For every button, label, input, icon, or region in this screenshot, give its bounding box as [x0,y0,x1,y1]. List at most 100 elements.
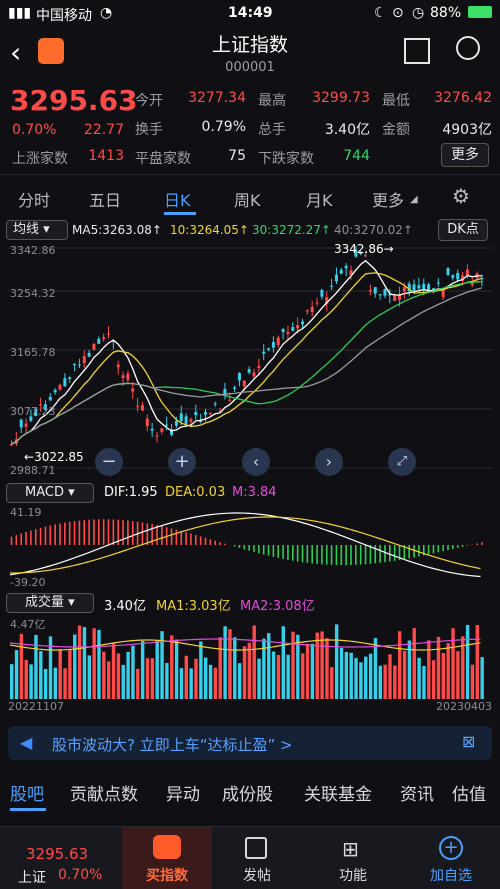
tab-guba[interactable]: 股吧 [10,780,44,805]
volume-bar [92,628,96,699]
volume-bar [475,625,479,699]
candle [184,416,188,424]
more-quote-button[interactable]: 更多 [441,143,489,167]
buy-index-button[interactable]: 买指数 [122,827,212,889]
macd-selector[interactable]: MACD ▾ [6,483,94,503]
volume-bar [315,632,319,699]
volume-bar [354,658,358,699]
down-count-label: 下跌家数 [258,151,314,167]
search-icon[interactable] [456,36,480,60]
flat-count-label: 平盘家数 [135,151,191,167]
status-bar: ▮▮▮ 中国移动 ◔ 14:49 ☾ ⊙ ◷ 88% [0,0,500,26]
candle [339,269,343,274]
volume-bar [446,643,450,699]
volume-bar [121,664,125,699]
candle [267,348,271,350]
indicator-selector[interactable]: 均线 ▾ [6,220,68,240]
time-label: 14:49 [228,5,273,21]
indicator-selector-label: 均线 [13,222,40,237]
volume-selector[interactable]: 成交量 ▾ [6,593,94,613]
promo-banner[interactable]: ◀ 股市波动大? 立即上车“达标止盈” > ⊠ [8,726,492,760]
candle [194,411,198,416]
tab-related-funds[interactable]: 关联基金 [304,780,372,805]
volume-bar [102,651,106,699]
lock-icon: ⊙ [392,5,404,21]
volume-bar [53,667,58,699]
volume-bar [402,650,407,699]
function-button[interactable]: ⊞ 功能 [318,827,388,889]
tab-more[interactable]: 更多 [372,187,404,211]
post-button[interactable]: 发帖 [222,827,292,889]
volume-bar [24,659,28,699]
macd-chart [9,512,483,578]
tab-intraday[interactable]: 分时 [18,187,50,211]
settings-gear-icon[interactable]: ⚙ [452,184,470,208]
scroll-right-button[interactable]: › [315,448,343,476]
volume-bar [63,668,67,699]
add-watchlist-button[interactable]: + 加自选 [416,827,486,889]
candle [87,352,91,357]
fullscreen-button[interactable]: ⤢ [388,448,416,476]
volume-bar [325,638,329,699]
volume-bar [271,651,276,699]
volume-bar [14,650,19,699]
candle [320,290,324,297]
change-value: 22.77 [83,122,124,138]
low-label: 最低 [382,93,410,109]
flat-count: 75 [228,148,246,164]
carrier-label: 中国移动 [36,8,92,24]
dk-point-button[interactable]: DK点 [438,219,488,241]
close-banner-icon[interactable]: ⊠ [462,732,475,751]
volume-bar [179,668,184,699]
candle [68,377,72,379]
candle [189,419,193,422]
tab-five-day[interactable]: 五日 [89,187,121,211]
candle [19,419,23,428]
wifi-icon: ◔ [100,5,113,21]
share-icon[interactable] [404,38,430,64]
kline-chart[interactable] [0,244,500,476]
y-label-3: 3165.78 [10,346,56,359]
candle [436,282,440,284]
zoom-out-button[interactable]: − [95,448,123,476]
amount-label: 金额 [382,122,410,138]
scroll-left-button[interactable]: ‹ [242,448,270,476]
volume-bar [131,645,135,699]
speaker-icon: ◀ [20,733,33,752]
candle [368,290,372,292]
turnover-label: 换手 [135,122,163,138]
volume-bar [82,627,87,699]
signal-icon: ▮▮▮ [8,5,32,21]
candle [179,413,183,422]
tab-movement[interactable]: 异动 [166,780,200,805]
volume-bar [150,658,155,699]
tab-components[interactable]: 成份股 [222,780,273,805]
tab-monthly-k[interactable]: 月K [306,187,333,211]
volume-bar [97,629,101,699]
volume-bar [427,640,431,699]
volume-bar [237,663,242,699]
tab-contribution[interactable]: 贡献点数 [70,780,138,805]
y-label-2: 3254.32 [10,287,56,300]
candle [446,268,450,275]
volume-bar [441,653,446,699]
volume-bar [330,667,334,699]
candle [252,372,256,377]
candle [247,369,251,373]
volume-bar [87,655,91,699]
tab-news[interactable]: 资讯 [400,780,434,805]
candle [242,380,246,387]
volume-bar [344,651,349,699]
macd-m: M:3.84 [232,485,277,500]
tab-valuation[interactable]: 估值 [452,780,486,805]
tab-weekly-k[interactable]: 周K [234,187,261,211]
zoom-in-button[interactable]: + [168,448,196,476]
candle [63,378,67,387]
volume-chart [9,624,484,699]
battery-icon [468,6,492,18]
candle [136,405,140,407]
post-label: 发帖 [243,868,271,884]
tab-daily-k[interactable]: 日K [164,187,191,211]
candle [296,325,300,329]
volume-bar [368,653,373,699]
